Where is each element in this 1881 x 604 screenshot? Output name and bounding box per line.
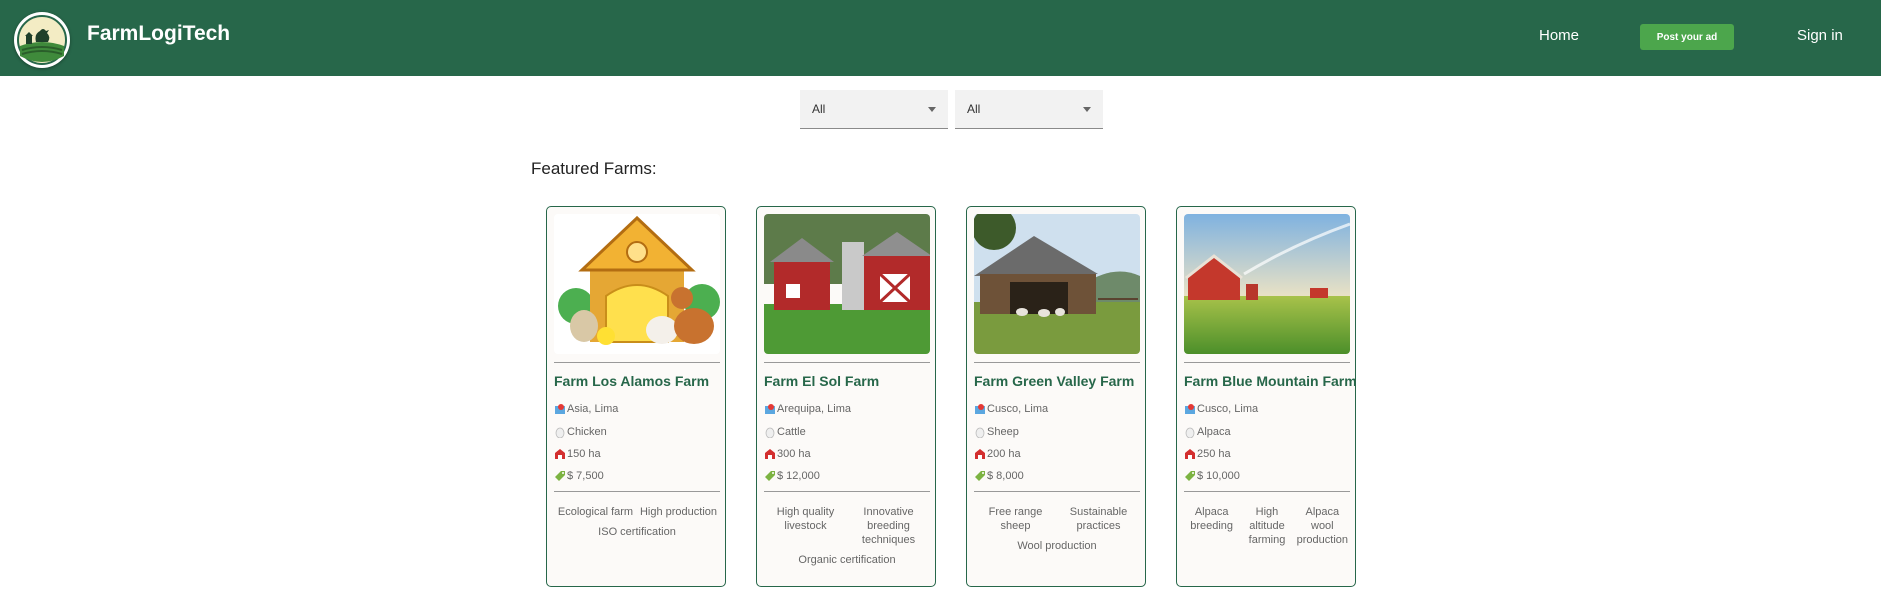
farmlogitech-logo[interactable] (14, 12, 70, 68)
farm-feature: High production (639, 506, 718, 518)
sign-in-link[interactable]: Sign in (1797, 27, 1843, 44)
barn-icon (975, 449, 985, 459)
divider (764, 362, 930, 363)
filter-select-1-value: All (812, 102, 826, 116)
map-pin-icon (1185, 404, 1195, 414)
farm-feature: Sustainable practices (1069, 506, 1128, 532)
filter-select-2[interactable]: All (955, 90, 1103, 129)
farm-animal-text: Cattle (777, 426, 806, 438)
farm-area-text: 250 ha (1197, 448, 1231, 460)
farm-feature: Organic certification (798, 554, 896, 566)
farm-feature: Alpaca wool production (1296, 506, 1348, 546)
farm-feature: ISO certification (598, 526, 676, 538)
farm-animal: Alpaca (1184, 426, 1231, 438)
farm-animal-text: Sheep (987, 426, 1019, 438)
egg-icon (975, 427, 985, 438)
farm-location: Cusco, Lima (1184, 403, 1258, 415)
post-ad-button[interactable]: Post your ad (1640, 24, 1734, 50)
egg-icon (765, 427, 775, 438)
farm-area: 200 ha (974, 448, 1021, 460)
farm-area-text: 300 ha (777, 448, 811, 460)
farm-features: High quality livestock Innovative breedi… (764, 505, 930, 567)
map-pin-icon (975, 404, 985, 414)
barn-icon (1185, 449, 1195, 459)
divider (1184, 362, 1350, 363)
farm-price-text: $ 12,000 (777, 470, 820, 482)
farm-area-text: 200 ha (987, 448, 1021, 460)
dropdown-arrow-icon (928, 107, 936, 112)
farm-price-text: $ 7,500 (567, 470, 604, 482)
price-tag-icon (1185, 471, 1195, 481)
price-tag-icon (765, 471, 775, 481)
farm-area: 150 ha (554, 448, 601, 460)
farm-image-red-barn (764, 214, 930, 354)
farm-image-cartoon-barn (554, 214, 720, 354)
farm-area-text: 150 ha (567, 448, 601, 460)
farm-feature: Innovative breeding techniques (861, 506, 916, 546)
map-pin-icon (555, 404, 565, 414)
farm-location: Cusco, Lima (974, 403, 1048, 415)
divider (764, 491, 930, 492)
farm-features: Ecological farm High production ISO cert… (554, 505, 720, 539)
farm-feature: Wool production (1017, 540, 1097, 552)
barn-icon (555, 449, 565, 459)
farm-card[interactable]: Farm Blue Mountain Farm Cusco, Lima Alpa… (1176, 206, 1357, 587)
barn-icon (765, 449, 775, 459)
farm-location: Arequipa, Lima (764, 403, 851, 415)
farm-area: 300 ha (764, 448, 811, 460)
farm-price-text: $ 8,000 (987, 470, 1024, 482)
divider (974, 491, 1140, 492)
farm-animal-text: Alpaca (1197, 426, 1231, 438)
farm-area: 250 ha (1184, 448, 1231, 460)
nav-home-link[interactable]: Home (1539, 27, 1579, 44)
farm-name[interactable]: Farm Blue Mountain Farm (1184, 373, 1357, 389)
farm-card[interactable]: Farm Green Valley Farm Cusco, Lima Sheep… (966, 206, 1146, 587)
map-pin-icon (765, 404, 775, 414)
farm-price: $ 8,000 (974, 470, 1024, 482)
farm-feature: High altitude farming (1248, 506, 1286, 546)
farm-price: $ 10,000 (1184, 470, 1240, 482)
farm-animal: Sheep (974, 426, 1019, 438)
farm-image-wooden-barn (974, 214, 1140, 354)
top-navbar: FarmLogiTech Home Post your ad Sign in (0, 0, 1881, 76)
egg-icon (1185, 427, 1195, 438)
farm-price-text: $ 10,000 (1197, 470, 1240, 482)
egg-icon (555, 427, 565, 438)
farm-features: Free range sheep Sustainable practices W… (974, 505, 1140, 553)
price-tag-icon (975, 471, 985, 481)
farm-price: $ 7,500 (554, 470, 604, 482)
farm-location-text: Cusco, Lima (1197, 403, 1259, 415)
farm-features: Alpaca breeding High altitude farming Al… (1184, 505, 1350, 547)
farm-location-text: Asia, Lima (567, 403, 619, 415)
divider (554, 491, 720, 492)
price-tag-icon (555, 471, 565, 481)
filter-select-1[interactable]: All (800, 90, 948, 129)
farm-feature: Alpaca breeding (1190, 506, 1234, 532)
filter-select-2-value: All (967, 102, 981, 116)
farm-name[interactable]: Farm Los Alamos Farm (554, 373, 724, 389)
farm-image-field-barn (1184, 214, 1350, 354)
farm-feature: High quality livestock (776, 506, 835, 532)
farm-location-text: Cusco, Lima (987, 403, 1049, 415)
divider (1184, 491, 1350, 492)
farm-animal-text: Chicken (567, 426, 607, 438)
farm-animal: Cattle (764, 426, 806, 438)
farm-card[interactable]: Farm El Sol Farm Arequipa, Lima Cattle 3… (756, 206, 936, 587)
dropdown-arrow-icon (1083, 107, 1091, 112)
farm-feature: Ecological farm (557, 506, 634, 518)
farm-name[interactable]: Farm Green Valley Farm (974, 373, 1144, 389)
farm-name[interactable]: Farm El Sol Farm (764, 373, 934, 389)
brand-name[interactable]: FarmLogiTech (87, 22, 230, 46)
farm-card[interactable]: Farm Los Alamos Farm Asia, Lima Chicken … (546, 206, 726, 587)
section-title: Featured Farms: (531, 159, 657, 178)
divider (554, 362, 720, 363)
farm-price: $ 12,000 (764, 470, 820, 482)
farm-feature: Free range sheep (988, 506, 1043, 532)
farm-animal: Chicken (554, 426, 607, 438)
farm-location: Asia, Lima (554, 403, 618, 415)
divider (974, 362, 1140, 363)
farm-location-text: Arequipa, Lima (777, 403, 851, 415)
